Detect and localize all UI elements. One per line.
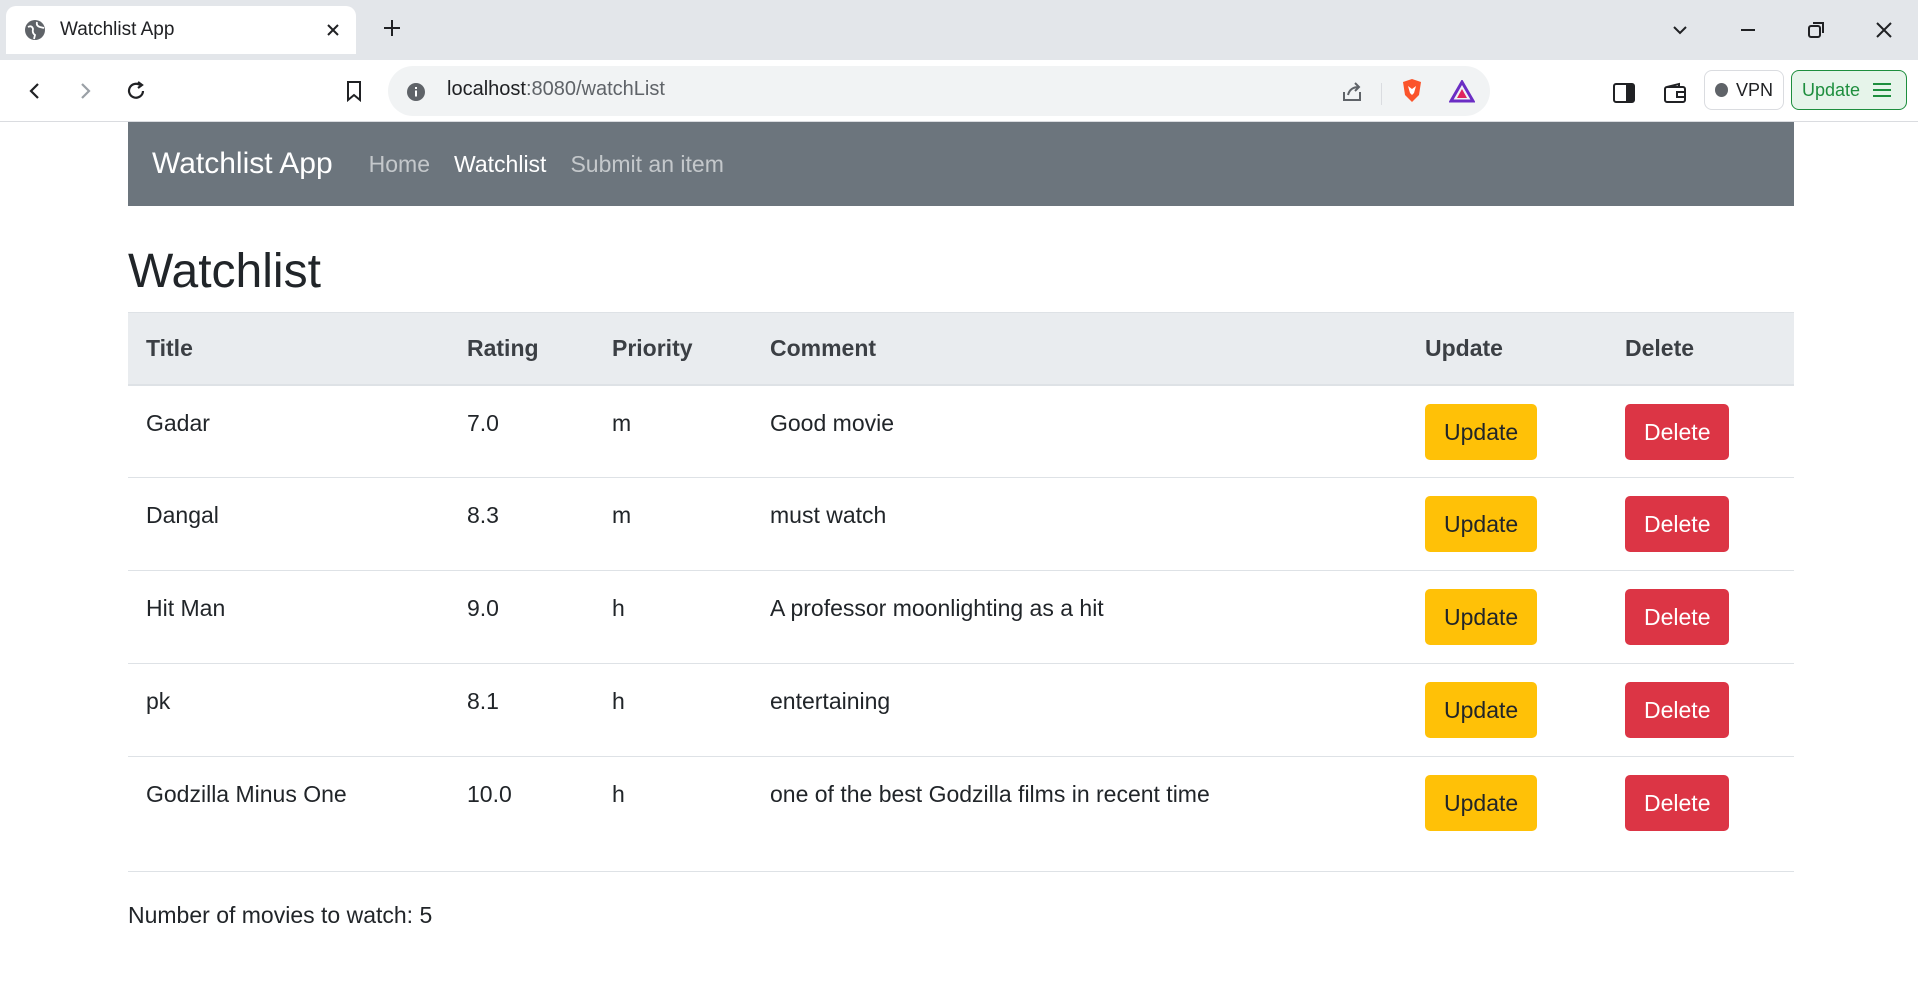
update-button[interactable]: Update — [1425, 496, 1538, 552]
url-text[interactable]: localhost:8080/watchList — [447, 78, 665, 101]
url-path: :8080/watchList — [525, 78, 665, 100]
table-row: Hit Man 9.0 h A professor moonlighting a… — [128, 570, 1794, 664]
tab-search-icon[interactable] — [1664, 14, 1696, 46]
update-button[interactable]: Update — [1425, 403, 1538, 460]
globe-icon — [24, 19, 46, 41]
cell-comment: A professor moonlighting as a hit — [752, 570, 1407, 664]
share-icon[interactable] — [1338, 78, 1366, 106]
update-button[interactable]: Update — [1425, 589, 1538, 645]
update-button[interactable]: Update — [1425, 775, 1538, 831]
table-row: Gadar 7.0 m Good movie Update Delete — [128, 384, 1794, 478]
browser-update-label: Update — [1802, 79, 1861, 100]
table-row: pk 8.1 h entertaining Update Delete — [128, 663, 1794, 757]
cell-update: Update — [1407, 477, 1607, 571]
cell-delete: Delete — [1607, 570, 1794, 664]
cell-rating: 10.0 — [449, 756, 594, 872]
column-header-rating: Rating — [449, 312, 594, 386]
reload-icon[interactable] — [121, 76, 151, 106]
column-header-comment: Comment — [752, 312, 1407, 386]
url-host: localhost — [447, 78, 526, 100]
cell-rating: 7.0 — [449, 384, 594, 478]
cell-delete: Delete — [1607, 384, 1794, 478]
close-window-icon[interactable] — [1868, 14, 1900, 46]
cell-rating: 8.1 — [449, 663, 594, 757]
movie-count-text: Number of movies to watch: 5 — [128, 902, 433, 928]
cell-title: Hit Man — [128, 570, 449, 664]
nav-link-home[interactable]: Home — [369, 151, 430, 178]
cell-comment: Good movie — [752, 384, 1407, 478]
menu-icon — [1872, 82, 1892, 98]
cell-title: Godzilla Minus One — [128, 756, 449, 872]
new-tab-icon[interactable] — [378, 14, 406, 42]
sidebar-toggle-icon[interactable] — [1610, 79, 1638, 107]
watchlist-table: Title Rating Priority Comment Update Del… — [128, 312, 1794, 872]
cell-comment: must watch — [752, 477, 1407, 571]
cell-update: Update — [1407, 384, 1607, 478]
site-info-icon[interactable] — [404, 80, 428, 104]
nav-link-watchlist[interactable]: Watchlist — [454, 151, 546, 178]
update-button[interactable]: Update — [1425, 682, 1538, 738]
delete-button[interactable]: Delete — [1625, 496, 1730, 552]
cell-update: Update — [1407, 663, 1607, 757]
brave-shields-icon[interactable] — [1398, 76, 1426, 106]
cell-title: Gadar — [128, 384, 449, 478]
cell-rating: 8.3 — [449, 477, 594, 571]
cell-update: Update — [1407, 756, 1607, 872]
cell-comment: one of the best Godzilla films in recent… — [752, 756, 1407, 872]
browser-tab-strip: Watchlist App — [0, 0, 1918, 60]
page-title: Watchlist — [128, 245, 321, 298]
forward-icon[interactable] — [70, 76, 100, 106]
minimize-icon[interactable] — [1732, 14, 1764, 46]
cell-title: Dangal — [128, 477, 449, 571]
cell-priority: m — [594, 384, 752, 478]
cell-delete: Delete — [1607, 663, 1794, 757]
cell-priority: h — [594, 570, 752, 664]
vpn-label: VPN — [1735, 79, 1773, 100]
omnibox-divider — [1381, 83, 1382, 105]
cell-priority: h — [594, 756, 752, 872]
vpn-status-icon — [1715, 83, 1728, 97]
delete-button[interactable]: Delete — [1625, 775, 1730, 831]
delete-button[interactable]: Delete — [1625, 403, 1730, 460]
delete-button[interactable]: Delete — [1625, 589, 1730, 645]
column-header-priority: Priority — [594, 312, 752, 386]
navbar-brand[interactable]: Watchlist App — [152, 147, 333, 181]
back-icon[interactable] — [20, 76, 50, 106]
column-header-update: Update — [1407, 312, 1607, 386]
cell-priority: h — [594, 663, 752, 757]
app-navbar: Watchlist App Home Watchlist Submit an i… — [128, 122, 1794, 206]
close-tab-icon[interactable] — [322, 19, 344, 41]
restore-icon[interactable] — [1800, 14, 1832, 46]
bookmark-icon[interactable] — [339, 76, 369, 106]
cell-priority: m — [594, 477, 752, 571]
cell-rating: 9.0 — [449, 570, 594, 664]
cell-delete: Delete — [1607, 477, 1794, 571]
delete-button[interactable]: Delete — [1625, 682, 1730, 738]
table-header-row: Title Rating Priority Comment Update Del… — [128, 312, 1794, 386]
nav-link-submit[interactable]: Submit an item — [570, 151, 723, 178]
browser-tab[interactable]: Watchlist App — [6, 6, 356, 54]
column-header-delete: Delete — [1607, 312, 1794, 386]
vpn-button[interactable]: VPN — [1704, 70, 1784, 110]
cell-title: pk — [128, 663, 449, 757]
browser-update-button[interactable]: Update — [1791, 70, 1907, 110]
cell-comment: entertaining — [752, 663, 1407, 757]
table-row: Dangal 8.3 m must watch Update Delete — [128, 477, 1794, 571]
table-row: Godzilla Minus One 10.0 h one of the bes… — [128, 756, 1794, 872]
brave-rewards-icon[interactable] — [1448, 78, 1476, 106]
column-header-title: Title — [128, 312, 449, 386]
wallet-icon[interactable] — [1661, 79, 1689, 107]
tab-title: Watchlist App — [60, 19, 175, 40]
cell-update: Update — [1407, 570, 1607, 664]
cell-delete: Delete — [1607, 756, 1794, 872]
